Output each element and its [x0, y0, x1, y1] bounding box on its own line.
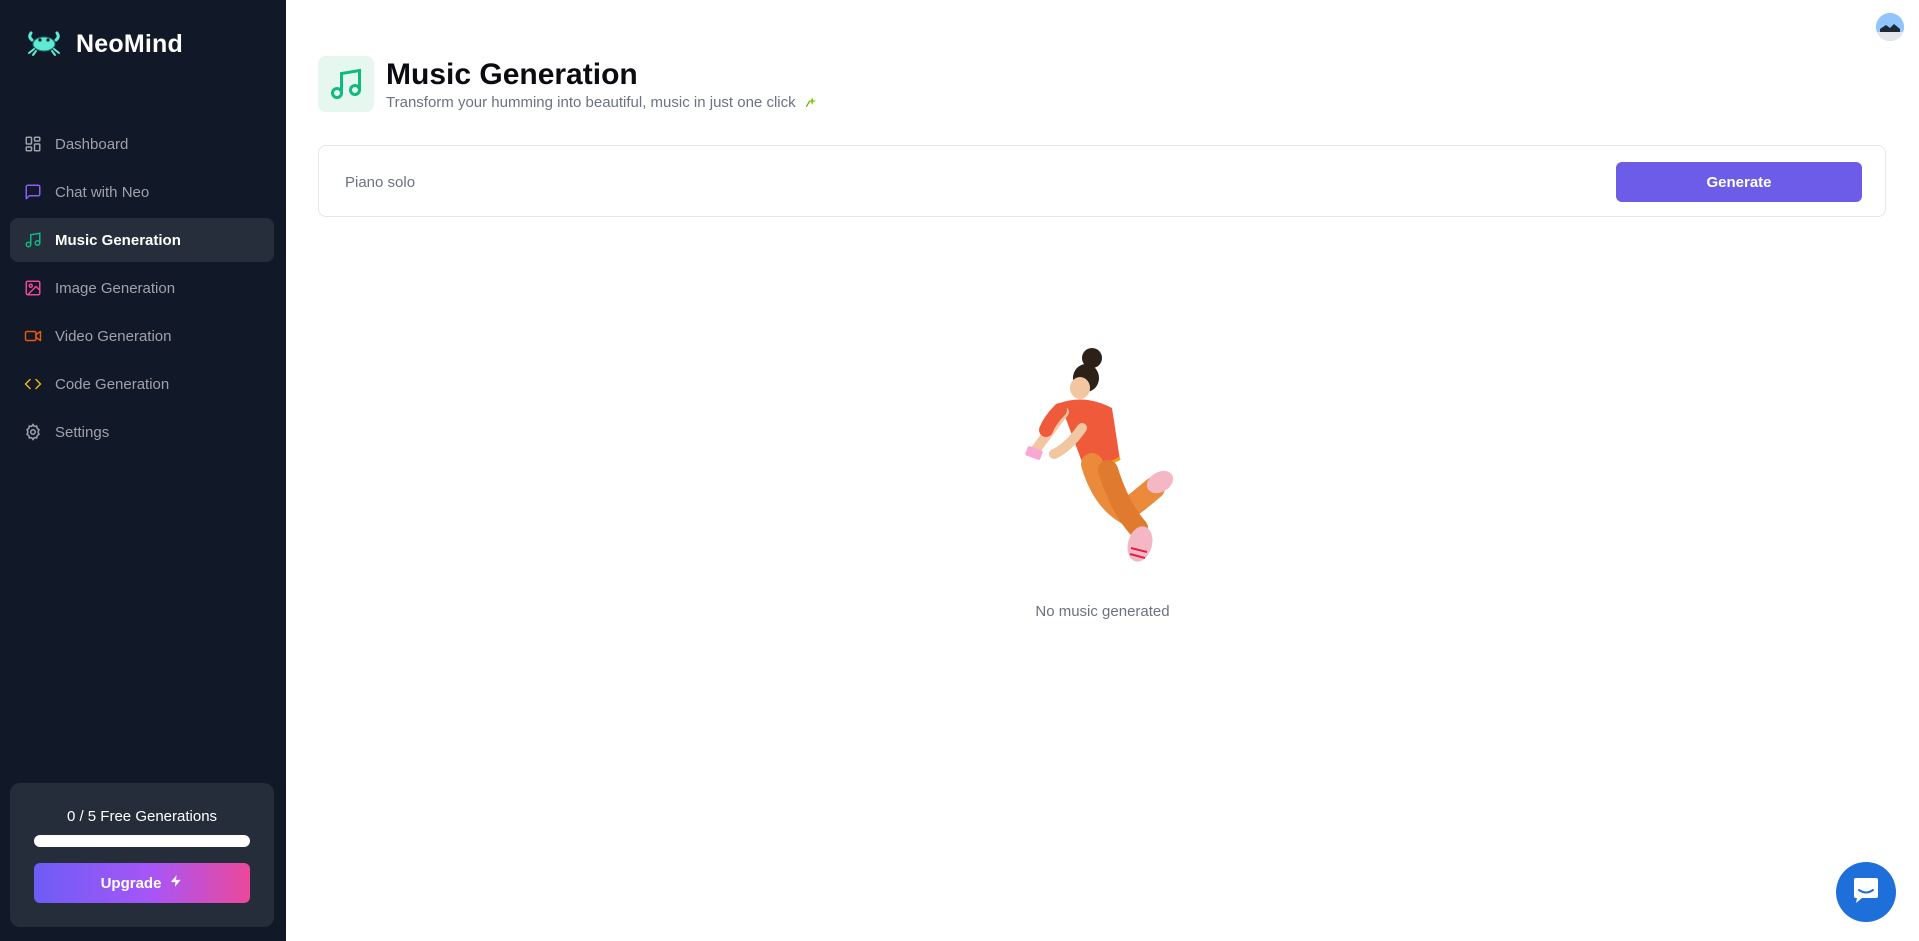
dashboard-icon: [23, 134, 43, 154]
sidebar-item-label: Code Generation: [55, 375, 170, 393]
free-generations-card: 0 / 5 Free Generations Upgrade: [10, 783, 274, 927]
sparkle-icon: [804, 95, 818, 113]
sidebar-item-music-generation[interactable]: Music Generation: [10, 218, 274, 262]
support-chat-button[interactable]: [1836, 862, 1896, 922]
music-icon: [23, 230, 43, 250]
page-subtitle-text: Transform your humming into beautiful, m…: [386, 94, 796, 111]
upgrade-button[interactable]: Upgrade: [34, 863, 250, 903]
sidebar-item-label: Image Generation: [55, 279, 176, 297]
avatar[interactable]: [1876, 13, 1904, 41]
sidebar-item-chat[interactable]: Chat with Neo: [10, 170, 274, 214]
page-subtitle: Transform your humming into beautiful, m…: [386, 94, 818, 113]
settings-icon: [23, 422, 43, 442]
free-generations-label: 0 / 5 Free Generations: [66, 808, 218, 825]
crab-icon: [26, 27, 62, 62]
video-icon: [23, 326, 43, 346]
brand-name: NeoMind: [76, 29, 183, 58]
upgrade-label: Upgrade: [100, 874, 162, 892]
sidebar-item-label: Music Generation: [55, 231, 181, 249]
page-header: Music Generation Transform your humming …: [318, 56, 818, 113]
zap-icon: [169, 873, 183, 893]
prompt-form: Generate: [318, 145, 1886, 217]
sidebar-item-code-generation[interactable]: Code Generation: [10, 362, 274, 406]
page-title: Music Generation: [386, 58, 638, 91]
sidebar-item-settings[interactable]: Settings: [10, 410, 274, 454]
chat-bubble-icon: [1851, 876, 1881, 909]
jumping-person-illustration: [1025, 348, 1174, 562]
prompt-input[interactable]: [343, 166, 1547, 198]
sidebar-item-label: Settings: [55, 423, 110, 441]
sidebar-item-image-generation[interactable]: Image Generation: [10, 266, 274, 310]
sidebar-nav: Dashboard Chat with Neo Music Generation…: [10, 122, 274, 458]
free-generations-progress: [34, 835, 250, 847]
sidebar-item-label: Video Generation: [55, 327, 172, 345]
image-icon: [23, 278, 43, 298]
sidebar-item-video-generation[interactable]: Video Generation: [10, 314, 274, 358]
message-square-icon: [23, 182, 43, 202]
music-icon: [318, 56, 374, 112]
sidebar-item-dashboard[interactable]: Dashboard: [10, 122, 274, 166]
code-icon: [23, 374, 43, 394]
generate-button[interactable]: Generate: [1616, 162, 1862, 202]
brand[interactable]: NeoMind: [26, 26, 183, 62]
empty-state-text: No music generated: [1035, 603, 1170, 620]
sidebar: NeoMind Dashboard Chat with Neo Music Ge…: [0, 0, 286, 941]
sidebar-item-label: Chat with Neo: [55, 183, 150, 201]
sidebar-item-label: Dashboard: [55, 135, 129, 153]
